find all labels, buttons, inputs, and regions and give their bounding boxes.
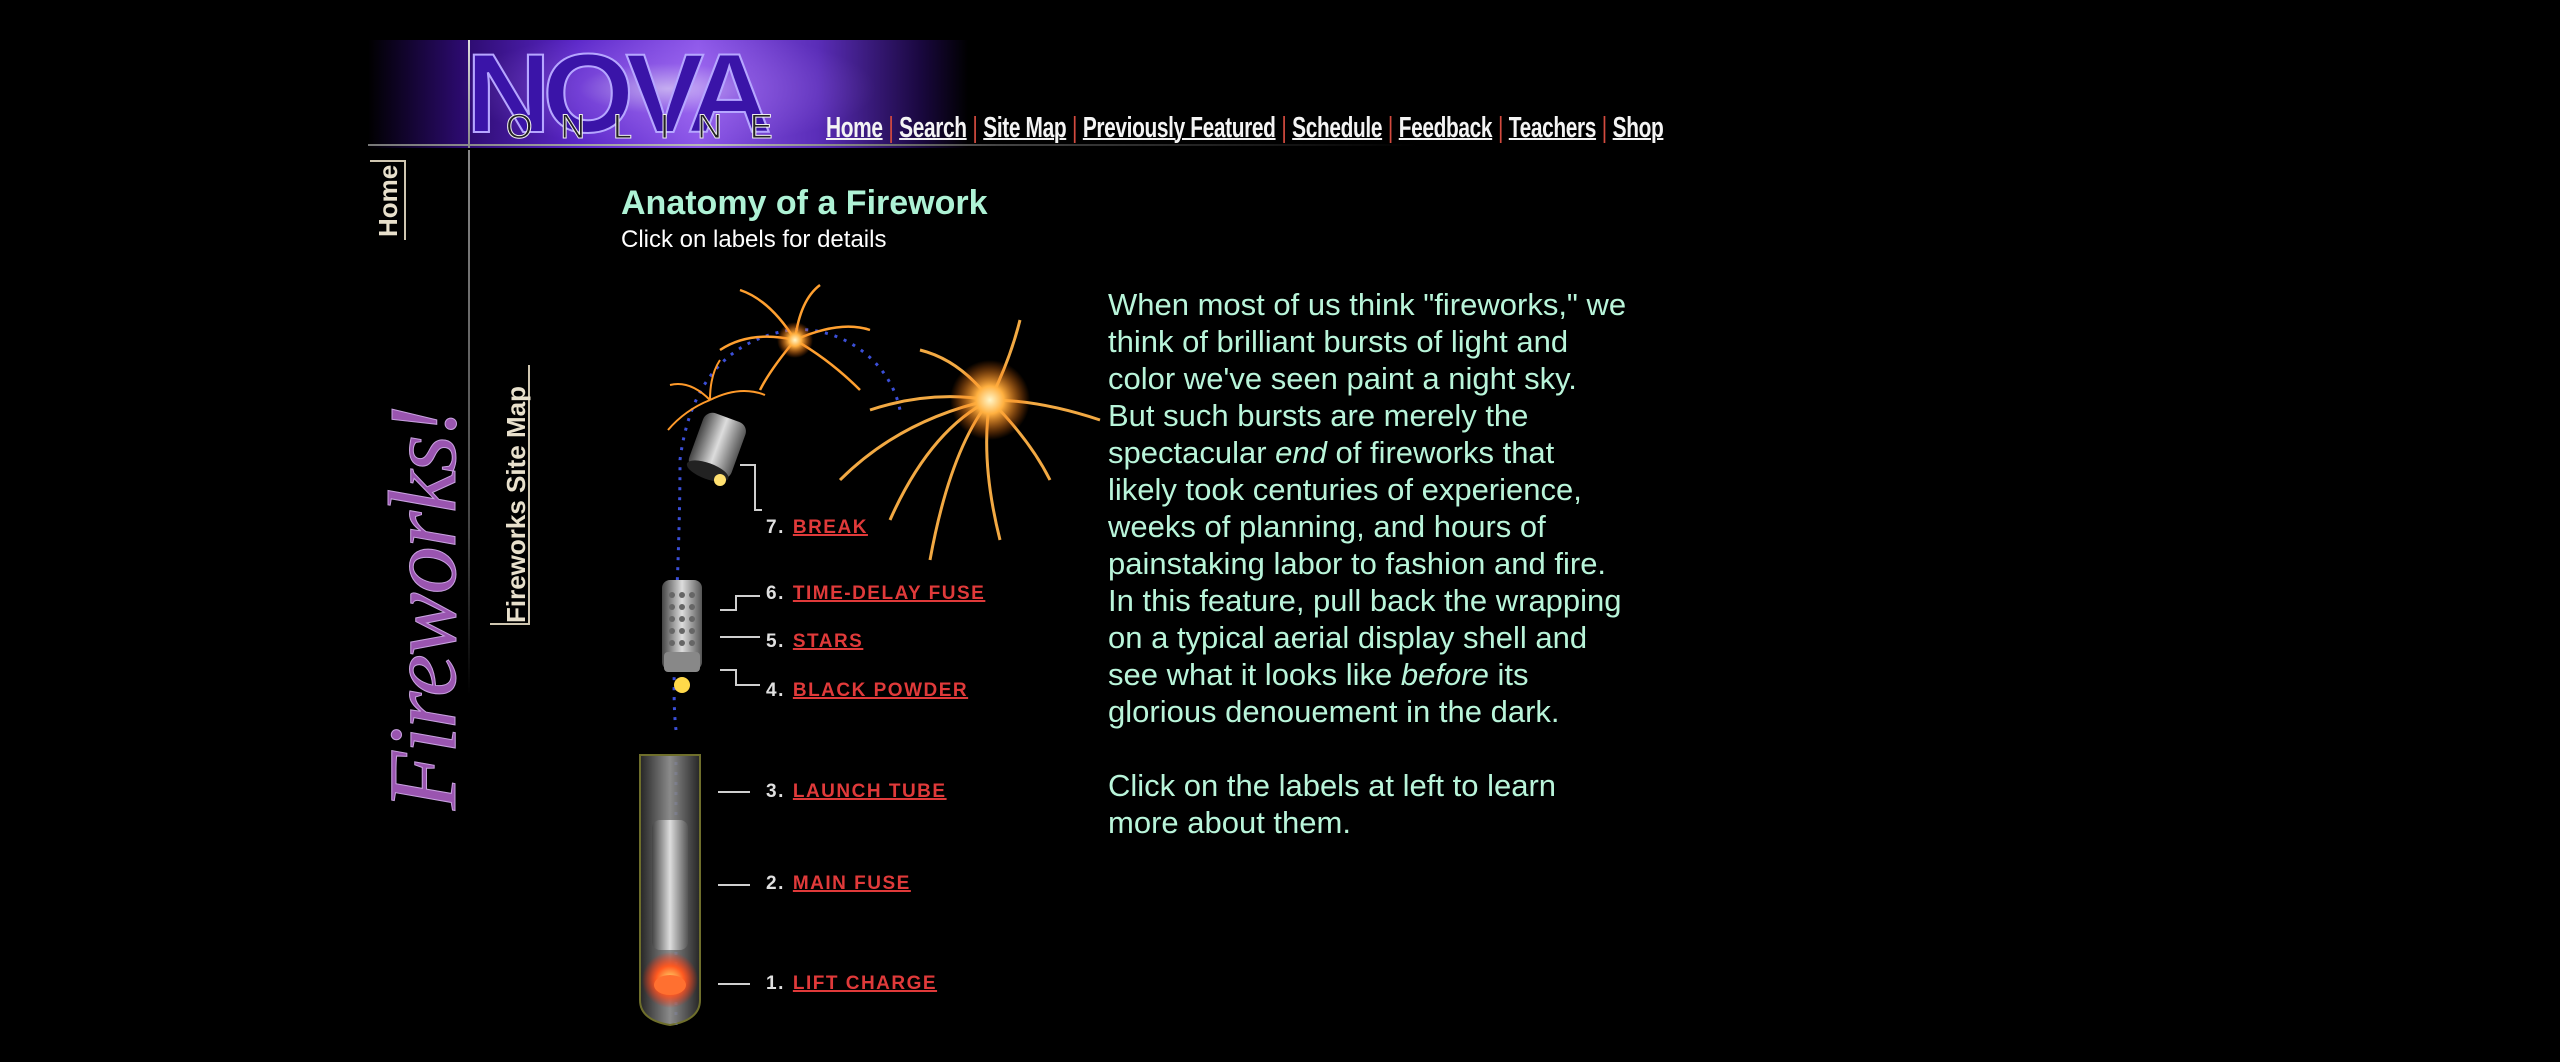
nav-site-map[interactable]: Site Map — [983, 112, 1066, 145]
label-time-delay-fuse[interactable]: 6. TIME-DELAY FUSE — [766, 584, 985, 603]
nav-separator: | — [1071, 112, 1078, 144]
fireworks-site-map-link[interactable]: Fireworks Site Map — [490, 365, 531, 625]
nav-separator: | — [1387, 112, 1393, 144]
sidebar: Home Fireworks! Fireworks Site Map — [368, 150, 538, 811]
section-title-fireworks: Fireworks! — [369, 406, 477, 810]
label-stars[interactable]: 5. STARS — [766, 632, 863, 651]
banner-divider-vertical — [468, 40, 470, 148]
nav-separator: | — [888, 112, 894, 144]
nav-separator: | — [1601, 112, 1607, 144]
firework-illustration — [639, 284, 1101, 1027]
intro-text: When most of us think "fireworks," we th… — [1108, 286, 1628, 878]
label-break[interactable]: 7. BREAK — [766, 518, 868, 537]
intro-paragraph: When most of us think "fireworks," we th… — [1108, 287, 1627, 729]
label-launch-tube[interactable]: 3. LAUNCH TUBE — [766, 782, 947, 801]
nav-previously-featured[interactable]: Previously Featured — [1083, 112, 1276, 145]
page: NOVA ONLINE Home | Search | Site Map | P… — [0, 0, 2560, 1062]
top-nav: Home | Search | Site Map | Previously Fe… — [826, 112, 1664, 145]
label-lift-charge[interactable]: 1. LIFT CHARGE — [766, 974, 937, 993]
header: NOVA ONLINE Home | Search | Site Map | P… — [368, 37, 1768, 151]
nav-separator: | — [1497, 112, 1504, 144]
nav-schedule[interactable]: Schedule — [1292, 112, 1382, 145]
nav-shop[interactable]: Shop — [1613, 112, 1664, 145]
nav-separator: | — [1281, 112, 1287, 144]
sidebar-home-link[interactable]: Home — [370, 160, 406, 240]
online-logo-text: ONLINE — [506, 108, 801, 146]
nav-search[interactable]: Search — [899, 112, 967, 145]
nav-home[interactable]: Home — [826, 112, 883, 145]
page-subtitle: Click on labels for details — [621, 226, 887, 253]
nav-separator: | — [972, 112, 978, 144]
firework-diagram: 7. BREAK 6. TIME-DELAY FUSE 5. STARS 4. BLAC… — [600, 280, 1120, 1040]
label-main-fuse[interactable]: 2. MAIN FUSE — [766, 874, 911, 893]
nav-teachers[interactable]: Teachers — [1509, 112, 1597, 145]
page-title: Anatomy of a Firework — [621, 184, 988, 222]
label-black-powder[interactable]: 4. BLACK POWDER — [766, 681, 968, 700]
instruction-paragraph: Click on the labels at left to learn mor… — [1108, 768, 1557, 840]
nav-feedback[interactable]: Feedback — [1399, 112, 1493, 145]
